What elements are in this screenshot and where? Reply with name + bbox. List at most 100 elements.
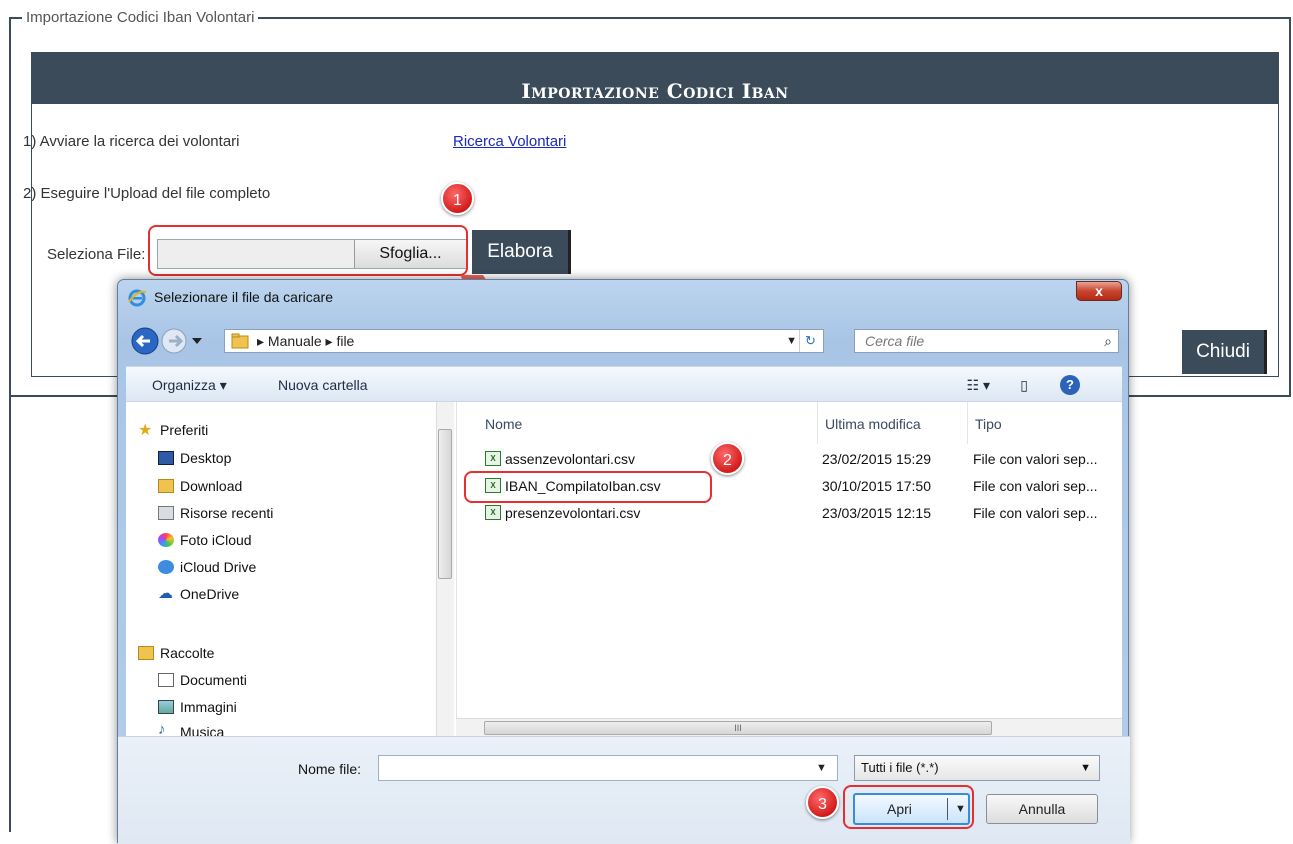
search-input[interactable]: Cerca file ⌕ <box>854 329 1119 353</box>
star-icon: ★ <box>138 422 153 439</box>
nav-item-label: OneDrive <box>180 586 240 602</box>
search-placeholder: Cerca file <box>865 333 925 349</box>
file-name: presenzevolontari.csv <box>505 505 641 521</box>
nav-item-label: Download <box>180 478 243 494</box>
preview-pane-icon[interactable]: ▯ <box>1020 367 1028 403</box>
column-separator[interactable] <box>967 402 968 444</box>
help-icon[interactable]: ? <box>1060 375 1080 395</box>
nav-item-download[interactable]: Download <box>158 478 243 494</box>
column-type[interactable]: Tipo <box>975 416 1002 432</box>
select-file-label: Seleziona File: <box>47 246 146 263</box>
step-1-text: 1) Avviare la ricerca dei volontari <box>23 133 240 150</box>
process-button[interactable]: Elabora <box>472 230 571 274</box>
refresh-icon[interactable]: ↻ <box>799 330 821 352</box>
dialog-toolbar: Organizza ▾ Nuova cartella ☷ ▾ ▯ ? <box>126 366 1122 402</box>
csv-file-icon: X <box>485 451 501 466</box>
nav-item-label: Immagini <box>180 699 237 715</box>
step-marker-1: 1 <box>441 182 474 215</box>
nav-item-icloud-photos[interactable]: Foto iCloud <box>158 532 252 548</box>
nav-libraries-label: Raccolte <box>160 645 215 661</box>
file-row[interactable]: X presenzevolontari.csv 23/03/2015 12:15… <box>457 499 1123 526</box>
address-dropdown-icon[interactable]: ▼ <box>786 330 797 352</box>
nav-item-label: Musica <box>180 724 225 736</box>
address-row: ▸ Manuale ▸ file ▼ ↻ Cerca file ⌕ <box>126 325 1122 355</box>
icloud-photos-icon <box>158 533 174 547</box>
csv-file-icon: X <box>485 505 501 520</box>
navigation-buttons[interactable] <box>130 326 220 356</box>
filename-input[interactable] <box>378 755 838 781</box>
filename-dropdown-icon[interactable]: ▼ <box>816 762 827 774</box>
nav-item-label: Documenti <box>180 672 247 688</box>
file-type-value: Tutti i file (*.*) <box>861 760 939 775</box>
horizontal-scrollbar-thumb[interactable]: III <box>484 721 992 735</box>
fieldset-left-rule <box>9 397 11 832</box>
dialog-title: Selezionare il file da caricare <box>154 289 333 305</box>
step-2-text: 2) Eseguire l'Upload del file completo <box>23 185 271 202</box>
close-button[interactable]: Chiudi <box>1182 330 1267 374</box>
icloud-drive-icon <box>158 560 174 574</box>
nav-favorites[interactable]: ★ Preferiti <box>138 422 209 439</box>
file-modified: 30/10/2015 17:50 <box>822 478 931 494</box>
nav-favorites-label: Preferiti <box>160 422 209 438</box>
nav-item-label: iCloud Drive <box>180 559 257 575</box>
file-modified: 23/03/2015 12:15 <box>822 505 931 521</box>
folder-icon <box>231 333 249 349</box>
nav-item-icloud-drive[interactable]: iCloud Drive <box>158 559 257 575</box>
address-bar[interactable]: ▸ Manuale ▸ file ▼ ↻ <box>224 329 824 353</box>
search-icon[interactable]: ⌕ <box>1104 330 1112 352</box>
panel-header: Importazione Codici Iban <box>32 53 1278 104</box>
highlight-open-button <box>843 785 974 829</box>
nav-item-music[interactable]: ♪ Musica <box>158 721 225 736</box>
download-folder-icon <box>158 479 174 493</box>
dialog-close-button[interactable]: x <box>1076 281 1122 301</box>
libraries-icon <box>138 646 154 660</box>
column-modified[interactable]: Ultima modifica <box>825 416 921 432</box>
search-volunteers-link[interactable]: Ricerca Volontari <box>453 133 566 150</box>
recent-places-icon <box>158 506 174 520</box>
file-type: File con valori sep... <box>973 505 1098 521</box>
nav-scrollbar-thumb[interactable] <box>438 429 452 579</box>
documents-icon <box>158 673 174 687</box>
column-separator[interactable] <box>817 402 818 444</box>
file-row[interactable]: X assenzevolontari.csv 23/02/2015 15:29 … <box>457 445 1123 472</box>
highlight-selected-file <box>464 471 712 503</box>
onedrive-icon: ☁ <box>158 585 173 602</box>
nav-item-label: Foto iCloud <box>180 532 252 548</box>
file-modified: 23/02/2015 15:29 <box>822 451 931 467</box>
nav-item-images[interactable]: Immagini <box>158 699 237 715</box>
organize-menu[interactable]: Organizza ▾ <box>152 367 227 403</box>
file-name: assenzevolontari.csv <box>505 451 635 467</box>
change-view-icon[interactable]: ☷ ▾ <box>967 367 990 403</box>
fieldset-legend: Importazione Codici Iban Volontari <box>22 9 259 26</box>
nav-item-label: Risorse recenti <box>180 505 274 521</box>
nav-item-recent[interactable]: Risorse recenti <box>158 505 274 521</box>
chevron-down-icon: ▼ <box>1080 762 1091 774</box>
history-dropdown-icon <box>192 338 202 344</box>
step-marker-2: 2 <box>711 442 744 475</box>
nav-item-documents[interactable]: Documenti <box>158 672 247 688</box>
music-icon: ♪ <box>158 721 166 736</box>
breadcrumb-file[interactable]: file <box>336 333 354 349</box>
breadcrumb: ▸ Manuale ▸ file <box>257 333 355 349</box>
step-marker-3: 3 <box>806 786 839 819</box>
file-list: Nome Ultima modifica Tipo X assenzevolon… <box>456 402 1122 736</box>
nav-item-desktop[interactable]: Desktop <box>158 450 231 466</box>
navigation-pane: ★ Preferiti Desktop Download Risorse rec… <box>126 402 456 736</box>
images-icon <box>158 700 174 714</box>
nav-item-onedrive[interactable]: ☁ OneDrive <box>158 585 240 602</box>
breadcrumb-manuale[interactable]: Manuale <box>268 333 322 349</box>
file-type-select[interactable]: Tutti i file (*.*) ▼ <box>854 755 1100 781</box>
horizontal-scrollbar[interactable]: III <box>456 718 1122 736</box>
nav-libraries[interactable]: Raccolte <box>138 645 215 661</box>
dialog-footer: Nome file: ▼ Tutti i file (*.*) ▼ Apri ▼… <box>118 736 1130 844</box>
file-open-dialog: Selezionare il file da caricare x ▸ Manu… <box>117 279 1130 844</box>
filename-label: Nome file: <box>298 761 362 777</box>
file-type: File con valori sep... <box>973 478 1098 494</box>
internet-explorer-icon <box>128 289 147 307</box>
cancel-button[interactable]: Annulla <box>986 794 1098 824</box>
highlight-browse <box>148 225 468 276</box>
column-name[interactable]: Nome <box>485 416 522 432</box>
desktop-icon <box>158 451 174 465</box>
new-folder-button[interactable]: Nuova cartella <box>278 367 368 403</box>
file-type: File con valori sep... <box>973 451 1098 467</box>
